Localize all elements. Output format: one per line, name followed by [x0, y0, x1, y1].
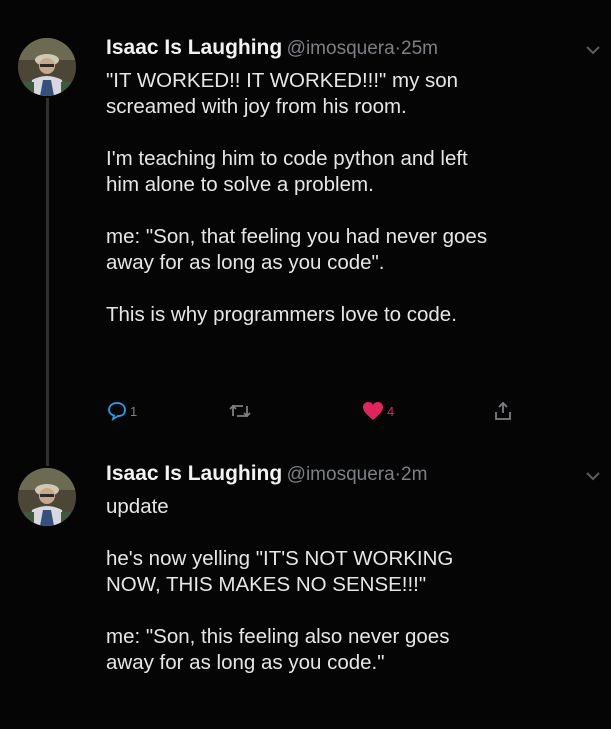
avatar[interactable] [18, 38, 76, 96]
share-button[interactable] [492, 395, 514, 427]
tweet-paragraph: I'm teaching him to code python and left… [106, 147, 468, 196]
tweet-header: Isaac Is Laughing @imosquera·2m [106, 460, 591, 488]
tweet-paragraph: me: "Son, that feeling you had never goe… [106, 225, 488, 274]
timestamp[interactable]: 2m [401, 464, 427, 485]
tweet-actions: 1 4 [106, 395, 526, 427]
reply-button[interactable]: 1 [106, 395, 137, 427]
tweet-paragraph: he's now yelling "IT'S NOT WORKING NOW, … [106, 547, 454, 596]
retweet-icon [229, 404, 251, 418]
timestamp[interactable]: 25m [401, 38, 438, 59]
avatar[interactable] [18, 468, 76, 526]
author-name[interactable]: Isaac Is Laughing [106, 462, 282, 485]
author-name[interactable]: Isaac Is Laughing [106, 36, 282, 59]
tweet-header: Isaac Is Laughing @imosquera·25m [106, 34, 591, 62]
like-button[interactable]: 4 [361, 395, 394, 427]
chevron-down-icon[interactable] [583, 466, 603, 486]
tweet-paragraph: This is why programmers love to code. [106, 303, 457, 326]
tweet-paragraph: me: "Son, this feeling also never goes a… [106, 625, 450, 674]
like-count: 4 [387, 403, 395, 419]
retweet-button[interactable] [228, 395, 252, 427]
heart-icon [363, 402, 383, 420]
thread-connector-line [46, 98, 49, 466]
tweet-body: update he's now yelling "IT'S NOT WORKIN… [106, 494, 591, 676]
author-handle[interactable]: @imosquera [287, 464, 395, 485]
reply-icon [108, 402, 126, 421]
reply-count: 1 [130, 403, 138, 419]
tweet-body: "IT WORKED!! IT WORKED!!!" my son scream… [106, 68, 591, 328]
tweet-paragraph: update [106, 495, 169, 518]
share-icon [495, 401, 511, 420]
chevron-down-icon[interactable] [583, 40, 603, 60]
tweet-paragraph: "IT WORKED!! IT WORKED!!!" my son scream… [106, 69, 459, 118]
author-handle[interactable]: @imosquera [287, 38, 395, 59]
